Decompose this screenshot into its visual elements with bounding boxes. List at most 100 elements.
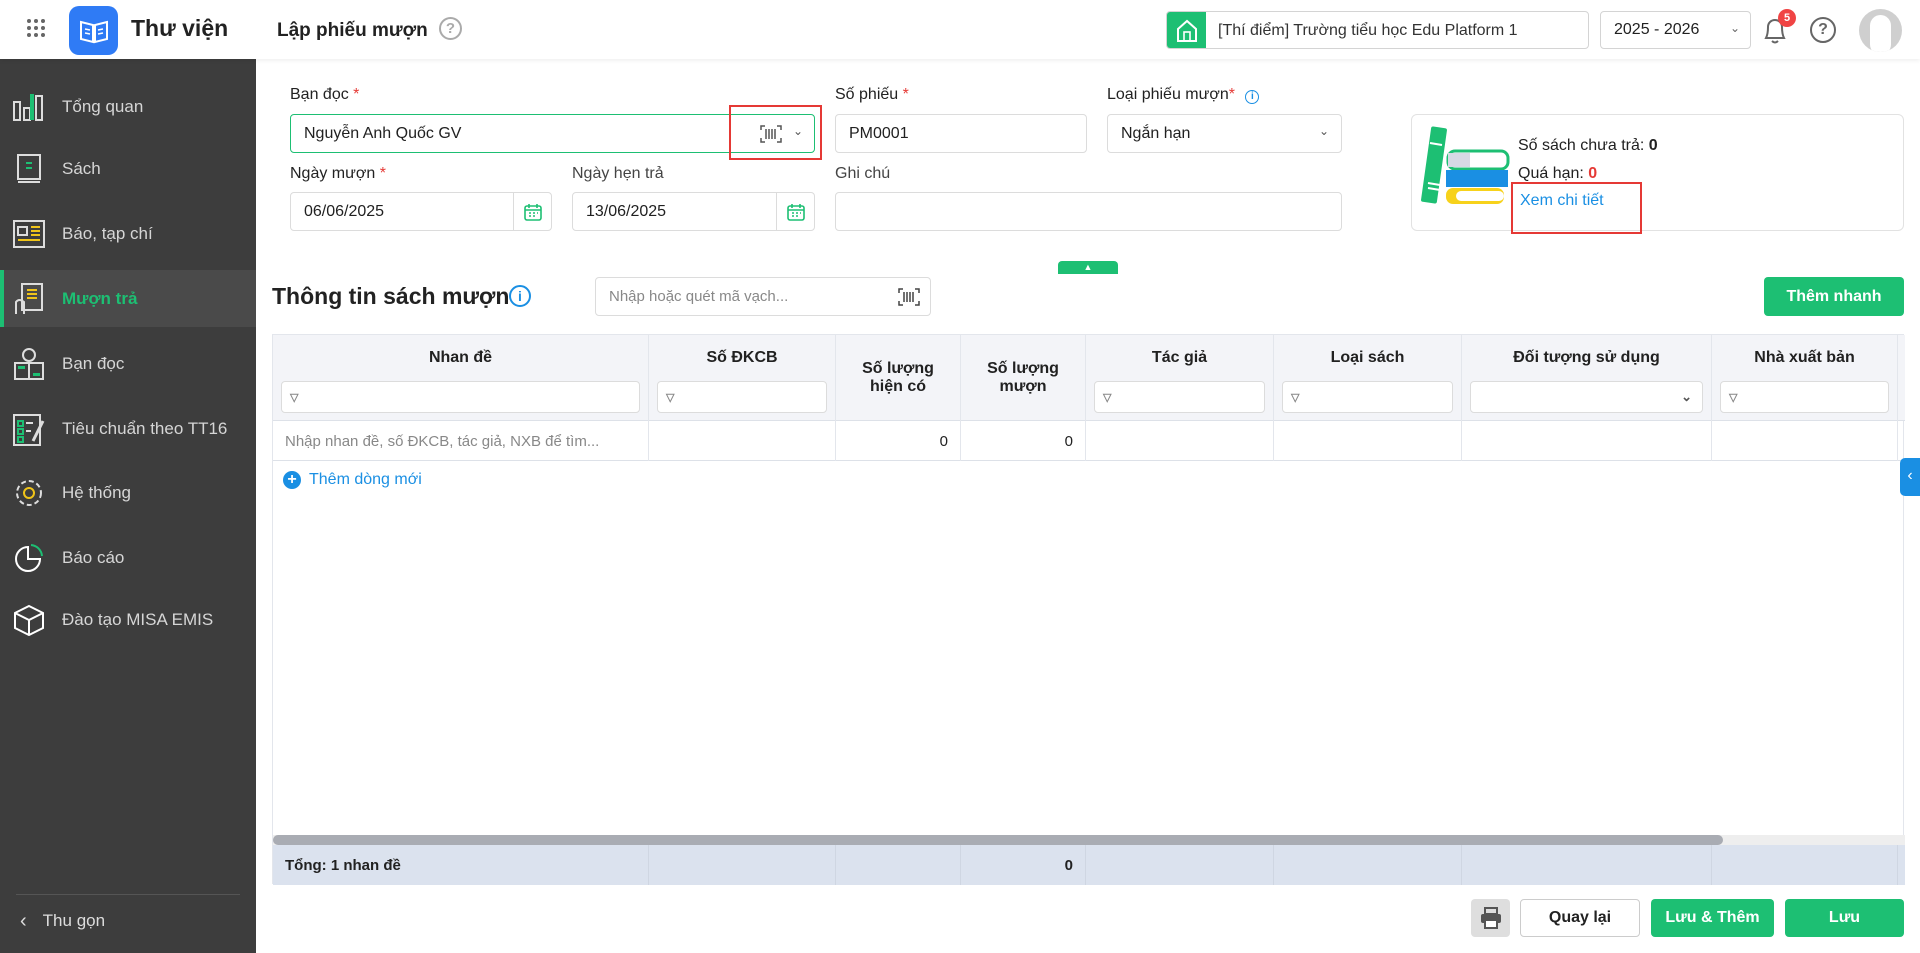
plus-circle-icon: +	[283, 471, 301, 489]
due-date-label: Ngày hẹn trả	[572, 165, 664, 182]
unreturned-count: Số sách chưa trả: 0	[1518, 137, 1658, 154]
column-publisher: Nhà xuất bản ▽	[1712, 335, 1898, 421]
sidebar-item-reports[interactable]: Báo cáo	[0, 530, 256, 586]
sidebar-item-label: Tổng quan	[62, 97, 144, 116]
slip-no-input[interactable]: PM0001	[835, 114, 1087, 153]
gear-icon	[12, 476, 46, 510]
top-header: Thư viện Lập phiếu mượn ? [Thí điểm] Trư…	[0, 0, 1920, 59]
chevron-down-icon: ⌄	[1681, 389, 1692, 404]
overdue-count: Quá hạn: 0	[1518, 165, 1598, 182]
publisher-filter-input[interactable]: ▽	[1720, 381, 1889, 413]
info-icon[interactable]: i	[509, 285, 531, 307]
filter-icon: ▽	[1729, 391, 1738, 404]
avatar[interactable]	[1859, 9, 1902, 52]
filter-icon: ▽	[1103, 391, 1112, 404]
pie-icon	[12, 541, 46, 575]
sidebar-item-label: Báo cáo	[62, 548, 125, 567]
help-circle-icon[interactable]: ?	[439, 17, 462, 40]
table-header: Nhan đề ▽ Số ĐKCB ▽ Số lượng hiện có Số lư…	[273, 335, 1905, 421]
note-input[interactable]	[835, 192, 1342, 231]
collapse-form-toggle[interactable]: ▲	[1058, 261, 1118, 274]
sidebar-item-label: Hệ thống	[62, 483, 131, 502]
add-row-button[interactable]: + Thêm dòng mới	[283, 471, 422, 489]
home-icon	[1167, 12, 1206, 48]
column-title: Nhan đề ▽	[273, 335, 649, 421]
borrow-icon	[12, 282, 46, 316]
total-borrowed: 0	[961, 845, 1086, 885]
calendar-icon[interactable]	[513, 193, 551, 230]
borrow-qty-cell[interactable]: 0	[961, 421, 1086, 461]
chevron-down-icon: ⌄	[1318, 124, 1329, 138]
borrow-date-input[interactable]: 06/06/2025	[290, 192, 552, 231]
notification-bell-icon[interactable]: 5	[1761, 9, 1796, 46]
sidebar-item-books[interactable]: Sách	[0, 141, 256, 197]
print-button[interactable]	[1471, 899, 1510, 937]
scrollbar-thumb[interactable]	[273, 835, 1723, 845]
highlight-box	[729, 105, 822, 160]
slip-no-label: Số phiếu *	[835, 86, 909, 103]
school-year-select[interactable]: 2025 - 2026 ⌄	[1600, 11, 1751, 49]
page-title: Lập phiếu mượn	[277, 20, 428, 41]
sidebar-item-label: Sách	[62, 159, 101, 178]
sidebar-item-readers[interactable]: Bạn đọc	[0, 336, 256, 392]
audience-cell	[1462, 421, 1712, 461]
note-label: Ghi chú	[835, 165, 891, 182]
horizontal-scrollbar[interactable]	[273, 835, 1905, 845]
school-year-value: 2025 - 2026	[1614, 21, 1700, 38]
column-author: Tác giả ▽	[1086, 335, 1274, 421]
filter-icon: ▽	[1291, 391, 1300, 404]
sidebar-item-system[interactable]: Hệ thống	[0, 465, 256, 521]
books-stack-icon	[1418, 123, 1514, 210]
sidebar-item-tt16-standards[interactable]: Tiêu chuẩn theo TT16	[0, 401, 256, 457]
table-row: Nhập nhan đề, số ĐKCB, tác giả, NXB để t…	[273, 421, 1905, 461]
calendar-icon[interactable]	[776, 193, 814, 230]
slip-type-select[interactable]: Ngắn hạn ⌄	[1107, 114, 1342, 153]
apps-grid-icon[interactable]	[26, 18, 46, 38]
slip-type-label: Loại phiếu mượn* i	[1107, 86, 1260, 104]
slip-no-value: PM0001	[849, 124, 909, 142]
sidebar-item-label: Bạn đọc	[62, 354, 125, 373]
sidebar-item-borrow-return[interactable]: Mượn trả	[0, 270, 256, 327]
info-icon[interactable]: i	[1245, 90, 1260, 104]
divider	[16, 894, 240, 895]
add-row-label: Thêm dòng mới	[309, 471, 422, 488]
school-selector[interactable]: [Thí điểm] Trường tiểu học Edu Platform …	[1166, 11, 1589, 49]
column-registration-no: Số ĐKCB ▽	[649, 335, 836, 421]
due-date-input[interactable]: 13/06/2025	[572, 192, 815, 231]
save-button[interactable]: Lưu	[1785, 899, 1904, 937]
sidebar-item-label: Đào tạo MISA EMIS	[62, 610, 214, 629]
sidebar-item-overview[interactable]: Tổng quan	[0, 79, 256, 135]
side-panel-toggle[interactable]: ‹	[1900, 458, 1920, 496]
reader-value: Nguyễn Anh Quốc GV	[304, 124, 462, 142]
column-audience: Đối tượng sử dụng ⌄	[1462, 335, 1712, 421]
available-qty-cell: 0	[836, 421, 961, 461]
help-icon[interactable]: ?	[1810, 17, 1836, 43]
registration-cell[interactable]	[649, 421, 836, 461]
audience-filter-select[interactable]: ⌄	[1470, 381, 1703, 413]
total-titles: Tổng: 1 nhan đề	[273, 845, 649, 885]
quick-add-button[interactable]: Thêm nhanh	[1764, 277, 1904, 316]
save-and-add-button[interactable]: Lưu & Thêm	[1651, 899, 1774, 937]
due-date-value: 13/06/2025	[586, 202, 667, 220]
book-type-filter-input[interactable]: ▽	[1282, 381, 1453, 413]
barcode-icon[interactable]	[898, 288, 920, 310]
cube-icon	[12, 603, 46, 637]
chevron-left-icon: ‹	[20, 909, 27, 932]
book-search-input[interactable]: Nhập nhan đề, số ĐKCB, tác giả, NXB để t…	[273, 421, 649, 461]
sidebar-item-training[interactable]: Đào tạo MISA EMIS	[0, 592, 256, 648]
books-table: Nhan đề ▽ Số ĐKCB ▽ Số lượng hiện có Số lư…	[272, 334, 1905, 885]
borrow-date-value: 06/06/2025	[304, 202, 385, 220]
checklist-icon	[12, 412, 46, 446]
publisher-cell	[1712, 421, 1898, 461]
author-filter-input[interactable]: ▽	[1094, 381, 1265, 413]
collapse-sidebar-button[interactable]: ‹ Thu gọn	[20, 907, 105, 935]
back-button[interactable]: Quay lại	[1520, 899, 1640, 937]
newspaper-icon	[12, 217, 46, 251]
barcode-search-input[interactable]: Nhập hoặc quét mã vạch...	[595, 277, 931, 316]
chevron-down-icon: ⌄	[1729, 21, 1740, 35]
sidebar-item-label: Tiêu chuẩn theo TT16	[62, 419, 228, 438]
sidebar-item-magazines[interactable]: Báo, tạp chí	[0, 206, 256, 262]
column-borrow-qty: Số lượng mượn	[961, 335, 1086, 421]
title-filter-input[interactable]: ▽	[281, 381, 640, 413]
registration-filter-input[interactable]: ▽	[657, 381, 827, 413]
